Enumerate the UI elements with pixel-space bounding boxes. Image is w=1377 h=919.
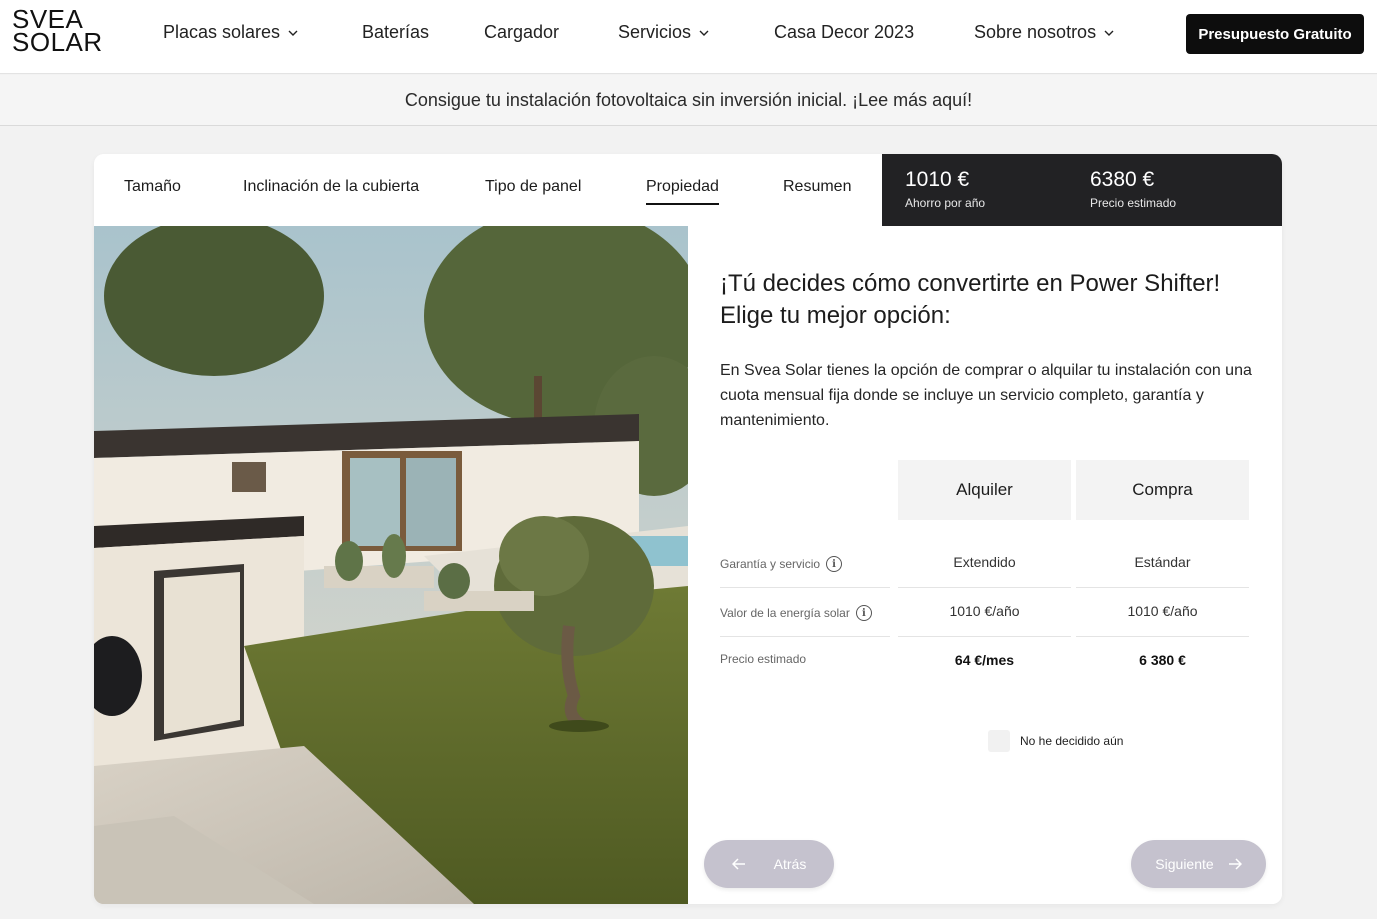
nav-label: Casa Decor 2023 [774, 22, 915, 42]
row-divider [1076, 636, 1249, 637]
price-stat: 6380 € Precio estimado [1090, 168, 1176, 210]
row-label-garantia: Garantía y servicio i [720, 556, 843, 572]
row-label-text: Precio estimado [720, 652, 807, 666]
savings-label: Ahorro por año [905, 196, 986, 210]
row-label-valor: Valor de la energía solar i [720, 605, 872, 621]
tab-propiedad[interactable]: Propiedad [646, 178, 719, 205]
back-button[interactable]: Atrás [704, 840, 834, 888]
tab-tamano[interactable]: Tamaño [124, 178, 181, 196]
cell-alquiler-garantia: Extendido [953, 554, 1016, 570]
tab-resumen[interactable]: Resumen [783, 178, 851, 196]
chevron-down-icon [288, 30, 298, 36]
cell-alquiler-valor: 1010 €/año [949, 603, 1020, 619]
nav-baterias[interactable]: Baterías [362, 22, 429, 43]
nav-label: Cargador [484, 22, 560, 42]
next-button[interactable]: Siguiente [1131, 840, 1266, 888]
svea-solar-logo[interactable]: SVEA SOLAR [12, 6, 103, 57]
undecided-label: No he decidido aún [1020, 734, 1124, 748]
row-divider [898, 636, 1071, 637]
cell-compra-precio: 6 380 € [1139, 652, 1186, 668]
chevron-down-icon [699, 30, 709, 36]
nav-label: Sobre nosotros [974, 22, 1097, 42]
next-label: Siguiente [1155, 856, 1214, 872]
nav-label: Placas solares [163, 22, 281, 42]
free-quote-button[interactable]: Presupuesto Gratuito [1186, 14, 1364, 54]
row-divider [720, 636, 890, 637]
site-header: SVEA SOLAR Placas solares Baterías Carga… [0, 0, 1377, 74]
info-icon[interactable]: i [855, 605, 872, 621]
row-divider [1076, 587, 1249, 588]
arrow-right-icon [1228, 858, 1242, 870]
cell-compra-garantia: Estándar [1134, 554, 1191, 570]
row-label-text: Garantía y servicio [720, 557, 821, 571]
nav-sobre-nosotros[interactable]: Sobre nosotros [974, 22, 1114, 43]
option-compra[interactable]: Compra [1076, 460, 1249, 520]
chevron-down-icon [1104, 30, 1114, 36]
step-tabs: Tamaño Inclinación de la cubierta Tipo d… [94, 154, 882, 226]
house-photo [94, 226, 688, 904]
price-label: Precio estimado [1090, 196, 1177, 210]
savings-stat: 1010 € Ahorro por año [905, 168, 985, 210]
row-label-text: Valor de la energía solar [720, 606, 850, 620]
nav-cargador[interactable]: Cargador [484, 22, 559, 43]
nav-placas-solares[interactable]: Placas solares [163, 22, 298, 43]
logo-line-2: SOLAR [12, 27, 103, 57]
cell-alquiler-precio: 64 €/mes [954, 652, 1015, 668]
arrow-left-icon [731, 858, 745, 870]
cell-compra-valor: 1010 €/año [1127, 603, 1198, 619]
ownership-panel: ¡Tú decides cómo convertirte en Power Sh… [688, 226, 1282, 904]
summary-bar: 1010 € Ahorro por año 6380 € Precio esti… [882, 154, 1282, 226]
row-divider [898, 587, 1071, 588]
undecided-option[interactable]: No he decidido aún [988, 730, 1123, 752]
promo-banner-link[interactable]: Consigue tu instalación fotovoltaica sin… [0, 75, 1377, 126]
nav-casa-decor[interactable]: Casa Decor 2023 [774, 22, 914, 43]
tab-tipo-panel[interactable]: Tipo de panel [485, 178, 581, 196]
undecided-checkbox[interactable] [988, 730, 1010, 752]
tab-inclinacion[interactable]: Inclinación de la cubierta [243, 178, 419, 196]
option-alquiler[interactable]: Alquiler [898, 460, 1071, 520]
house-illustration [94, 226, 688, 904]
info-icon[interactable]: i [826, 556, 843, 572]
panel-heading: ¡Tú decides cómo convertirte en Power Sh… [720, 270, 1221, 329]
nav-label: Servicios [618, 22, 692, 42]
savings-value: 1010 € [905, 168, 970, 191]
back-label: Atrás [773, 856, 807, 872]
configurator-card: Tamaño Inclinación de la cubierta Tipo d… [94, 154, 1282, 904]
nav-label: Baterías [362, 22, 430, 42]
price-value: 6380 € [1090, 168, 1155, 191]
row-divider [720, 587, 890, 588]
panel-description: En Svea Solar tienes la opción de compra… [720, 362, 1252, 429]
row-label-precio: Precio estimado [720, 652, 806, 666]
nav-servicios[interactable]: Servicios [618, 22, 709, 43]
